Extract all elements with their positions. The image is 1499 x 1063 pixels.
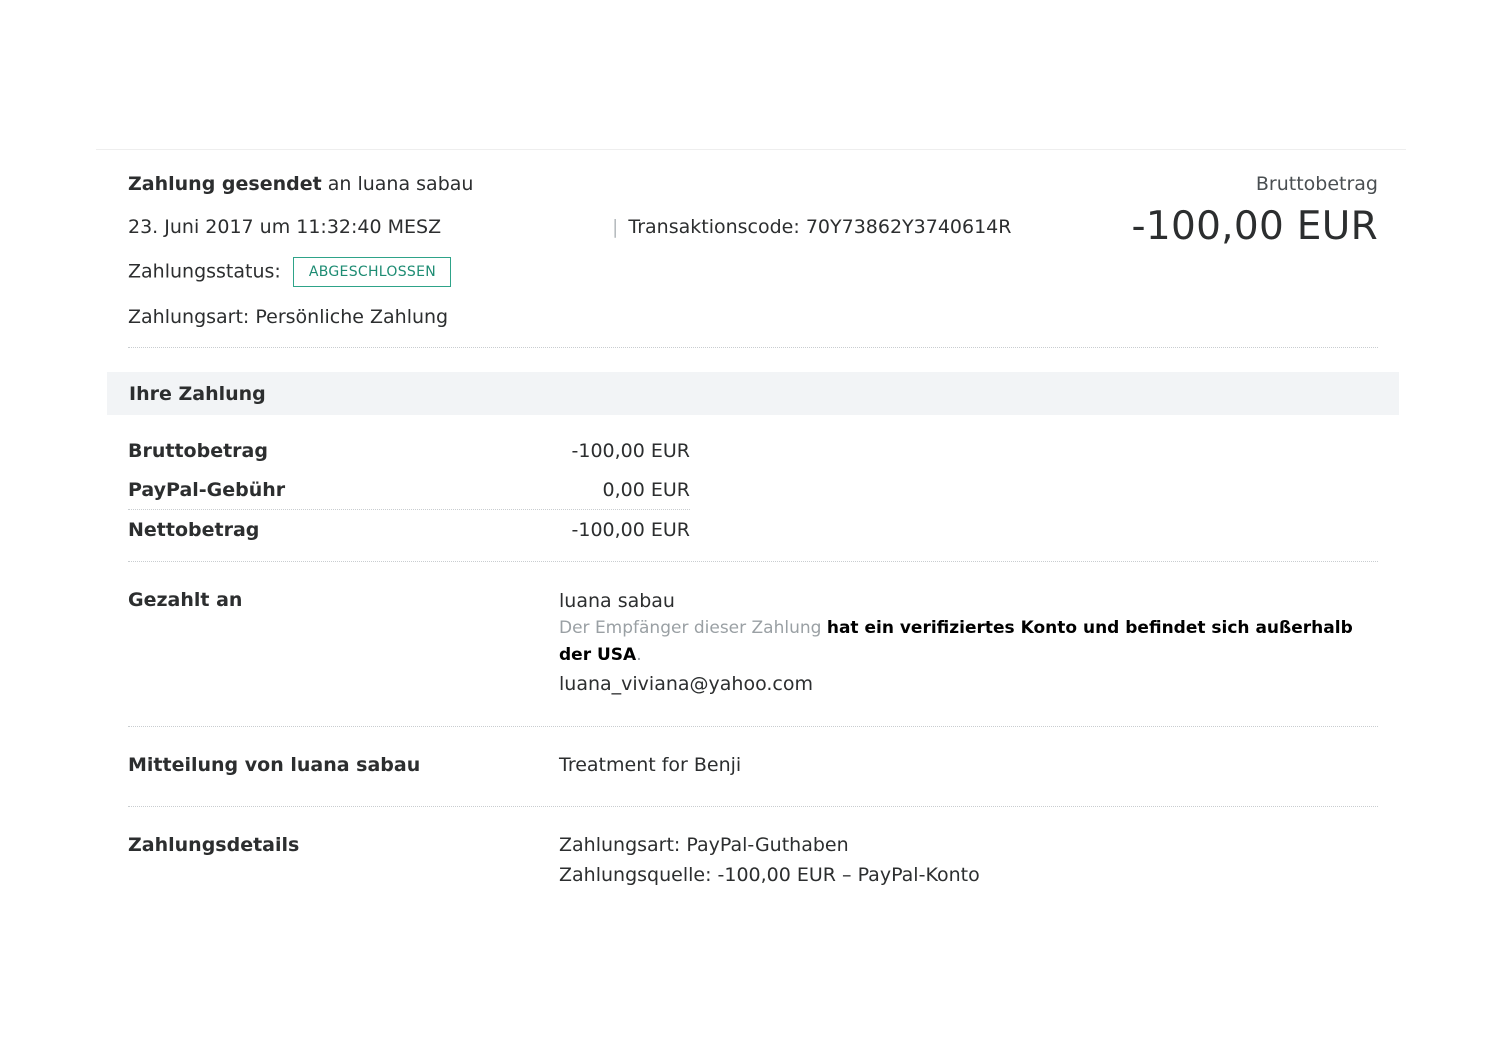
payment-type: Zahlungsart: Persönliche Zahlung [128, 306, 449, 328]
details-label: Zahlungsdetails [128, 834, 300, 856]
transaction-title-rest: an luana sabau [327, 173, 474, 195]
details-payment-source: Zahlungsquelle: -100,00 EUR – PayPal-Kon… [559, 864, 980, 886]
payment-section-header: Ihre Zahlung [107, 372, 1399, 415]
row-value-gross: -100,00 EUR [571, 440, 691, 462]
paid-to-label: Gezahlt an [128, 589, 243, 611]
header-divider [128, 347, 1378, 348]
status-label: Zahlungsstatus: [128, 260, 281, 283]
row-label-net: Nettobetrag [128, 519, 260, 541]
transaction-code: | Transaktionscode: 70Y73862Y3740614R [612, 215, 1011, 239]
header-separator: | [612, 216, 619, 238]
paid-to-divider [128, 726, 1378, 727]
message-text: Treatment for Benji [559, 754, 742, 776]
gross-amount-label: Bruttobetrag [1255, 173, 1378, 195]
recipient-block: luana sabau Der Empfänger dieser Zahlung… [559, 587, 1379, 698]
recipient-verification-note: Der Empfänger dieser Zahlung hat ein ver… [559, 615, 1379, 669]
recipient-note-intro: Der Empfänger dieser Zahlung [559, 618, 822, 638]
transaction-title: Zahlung gesendet an luana sabau [128, 172, 473, 196]
transaction-date: 23. Juni 2017 um 11:32:40 MESZ [128, 216, 442, 238]
transaction-title-strong: Zahlung gesendet [128, 173, 322, 195]
details-payment-method: Zahlungsart: PayPal-Guthaben [559, 834, 849, 856]
recipient-name: luana sabau [559, 590, 675, 612]
amounts-divider [128, 561, 1378, 562]
amount-subtotal-divider [128, 509, 690, 510]
row-label-fee: PayPal-Gebühr [128, 479, 286, 501]
payment-section-title: Ihre Zahlung [129, 383, 266, 405]
recipient-note-end: . [636, 645, 642, 665]
top-divider [96, 149, 1406, 150]
message-divider [128, 806, 1378, 807]
row-value-net: -100,00 EUR [571, 519, 691, 541]
row-label-gross: Bruttobetrag [128, 440, 268, 462]
status-row: Zahlungsstatus: ABGESCHLOSSEN [128, 257, 451, 287]
transaction-code-text: Transaktionscode: 70Y73862Y3740614R [628, 216, 1012, 238]
status-badge: ABGESCHLOSSEN [292, 257, 451, 287]
message-label: Mitteilung von luana sabau [128, 754, 421, 776]
recipient-email: luana_viviana@yahoo.com [559, 673, 813, 695]
gross-amount-total: -100,00 EUR [1131, 204, 1378, 249]
row-value-fee: 0,00 EUR [602, 479, 690, 501]
